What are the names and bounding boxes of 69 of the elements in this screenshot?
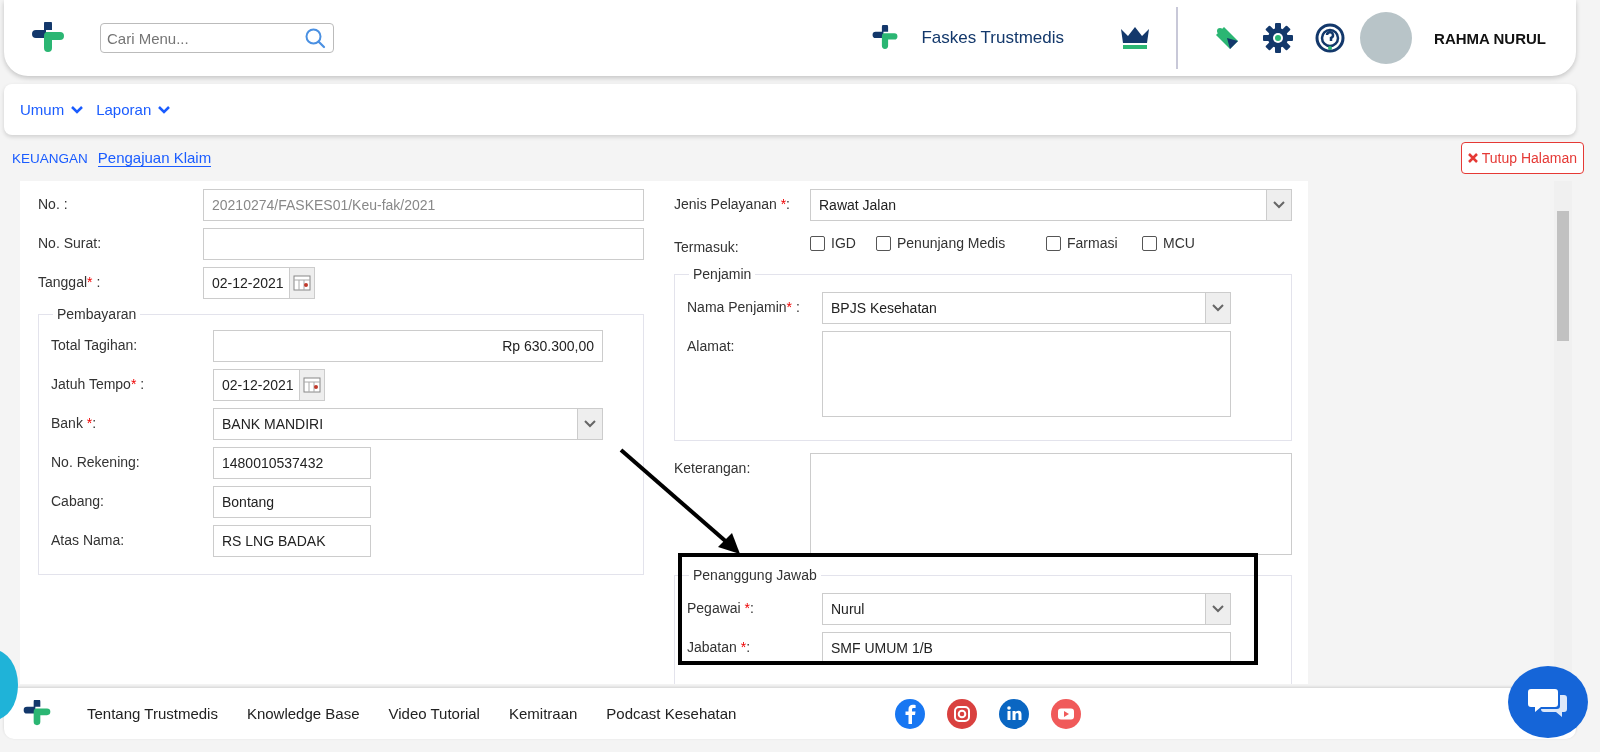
instagram-icon[interactable] [947, 698, 978, 729]
youtube-icon[interactable] [1051, 698, 1082, 729]
text-field[interactable]: Bontang [213, 486, 371, 518]
text-field[interactable] [203, 228, 644, 260]
text-field[interactable]: RS LNG BADAK [213, 525, 371, 557]
field-label: Pegawai *: [687, 599, 755, 616]
footer-link[interactable]: Tentang Trustmedis [87, 705, 218, 722]
date-field[interactable]: 02-12-2021 [203, 267, 315, 299]
crown-icon[interactable] [1120, 25, 1151, 51]
footer-link[interactable]: Knowledge Base [246, 705, 360, 722]
select-field[interactable]: BANK MANDIRI [213, 408, 603, 440]
settings-icon[interactable] [1262, 22, 1295, 54]
field-label: Bank *: [51, 414, 98, 431]
dropdown-icon[interactable] [577, 409, 602, 439]
date-field[interactable]: 02-12-2021 [213, 369, 325, 401]
readonly-field[interactable]: 20210274/FASKES01/Keu-fak/2021 [203, 189, 644, 221]
select-field[interactable]: Nurul [822, 593, 1231, 625]
breadcrumb-current[interactable]: Pengajuan Klaim [97, 149, 212, 167]
select-field[interactable]: Rawat Jalan [810, 189, 1292, 221]
menu-dropdown[interactable]: Laporan [96, 101, 172, 118]
field-label: Jenis Pelayanan *: [674, 195, 791, 212]
scrollbar-thumb[interactable] [1557, 211, 1569, 341]
checkbox[interactable]: IGD [810, 235, 876, 251]
text-field[interactable]: 1480010537432 [213, 447, 371, 479]
select-field[interactable]: BPJS Kesehatan [822, 292, 1231, 324]
field-label: No. : [38, 195, 69, 212]
footer-link[interactable]: Video Tutorial [388, 705, 480, 722]
field-label: Jabatan *: [687, 638, 752, 655]
textarea-field[interactable] [810, 453, 1292, 555]
search-field[interactable]: Cari Menu... [100, 23, 334, 53]
dropdown-icon[interactable] [1205, 293, 1230, 323]
field-label: Jatuh Tempo* : [51, 375, 146, 392]
search-icon[interactable] [304, 27, 326, 49]
field-label: Alamat: [687, 337, 736, 354]
linkedin-icon[interactable] [999, 698, 1030, 729]
logo-icon[interactable] [22, 700, 52, 727]
caret-icon[interactable] [157, 104, 172, 115]
close-icon [1467, 153, 1478, 163]
user-name[interactable]: RAHMA NURUL [1434, 29, 1546, 47]
field-label: Keterangan: [674, 459, 752, 476]
field-label: No. Rekening: [51, 453, 141, 470]
dropdown-icon[interactable] [1205, 594, 1230, 624]
field-label: Atas Nama: [51, 531, 126, 548]
logo-icon[interactable] [30, 22, 66, 54]
clinic-logo-icon [871, 25, 900, 51]
text-field[interactable]: SMF UMUM 1/B [822, 632, 1231, 664]
field-label: Termasuk: [674, 237, 740, 255]
amount-field[interactable]: Rp 630.300,00 [213, 330, 603, 362]
dropdown-icon[interactable] [1266, 190, 1291, 220]
field-label: Total Tagihan: [51, 336, 139, 353]
field-label: No. Surat: [38, 234, 103, 251]
close-page-button[interactable]: Tutup Halaman [1460, 142, 1584, 174]
field-label: Nama Penjamin* : [687, 298, 801, 315]
clinic-name: Faskes Trustmedis [921, 28, 1065, 48]
calendar-icon[interactable] [299, 370, 324, 400]
footer-link[interactable]: Kemitraan [508, 705, 578, 722]
field-label: Cabang: [51, 492, 105, 509]
menu-dropdown[interactable]: Umum [20, 101, 85, 118]
textarea-field[interactable] [822, 331, 1231, 417]
checkbox[interactable]: Penunjang Medis [876, 235, 1046, 251]
facebook-icon[interactable] [895, 698, 926, 729]
footer-link[interactable]: Podcast Kesehatan [606, 705, 737, 722]
checkbox[interactable]: Farmasi [1046, 235, 1142, 251]
breadcrumb-link[interactable]: KEUANGAN [12, 150, 88, 166]
help-icon[interactable] [1314, 22, 1347, 54]
caret-icon[interactable] [70, 104, 85, 115]
checkbox[interactable]: MCU [1142, 235, 1195, 251]
calendar-icon[interactable] [289, 268, 314, 298]
field-label: Tanggal* : [38, 273, 102, 290]
